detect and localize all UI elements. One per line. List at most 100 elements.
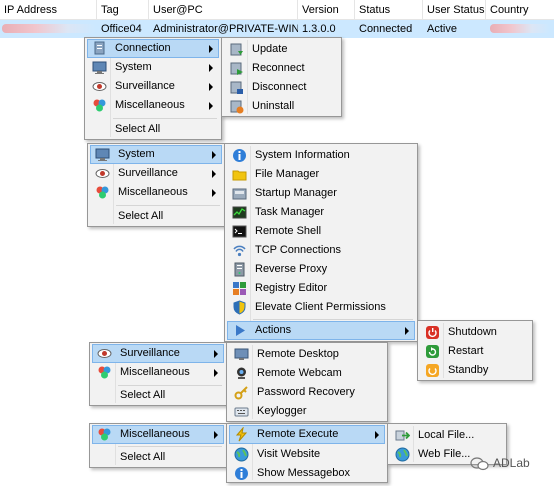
menu-item-actions[interactable]: Actions (227, 321, 415, 340)
network-icon (92, 41, 107, 56)
menu-item-label: Remote Webcam (257, 367, 342, 379)
menu-item-startup-manager[interactable]: Startup Manager (227, 184, 415, 203)
menu-item-surveillance[interactable]: Surveillance (92, 344, 224, 363)
menu-item-surveillance[interactable]: Surveillance (90, 164, 222, 183)
wireless-icon (232, 243, 247, 258)
menu-item-label: Web File... (418, 448, 471, 460)
lightning-icon (234, 427, 249, 442)
row-status: Connected (359, 23, 413, 35)
task-manager-icon (232, 205, 247, 220)
menu-item-select-all[interactable]: Select All (87, 120, 219, 139)
standby-icon (425, 363, 440, 378)
menu-item-reconnect[interactable]: Reconnect (224, 59, 339, 78)
misc-icon (97, 365, 112, 380)
menu-item-label: Surveillance (120, 347, 180, 359)
column-country[interactable]: Country (486, 0, 554, 20)
menu-item-remote-shell[interactable]: Remote Shell (227, 222, 415, 241)
menu-item-label: Remote Execute (257, 428, 339, 440)
client-row[interactable]: Office04 Administrator@PRIVATE-WIN7 1.3.… (0, 20, 554, 38)
menu-item-label: Surveillance (118, 167, 178, 179)
column-ip-address[interactable]: IP Address (0, 0, 97, 20)
monitor-icon (234, 347, 249, 362)
menu-item-connection[interactable]: Connection (87, 39, 219, 58)
menu-item-label: Task Manager (255, 206, 325, 218)
menu-item-elevate-client-permissions[interactable]: Elevate Client Permissions (227, 298, 415, 317)
menu-item-label: Elevate Client Permissions (255, 301, 386, 313)
folder-icon (232, 167, 247, 182)
redacted-country (490, 24, 550, 33)
menu-item-password-recovery[interactable]: Password Recovery (229, 383, 385, 402)
menu-item-visit-website[interactable]: Visit Website (229, 445, 385, 464)
watermark-text: ADLab (493, 456, 530, 470)
menu-item-remote-desktop[interactable]: Remote Desktop (229, 345, 385, 364)
menu-item-surveillance[interactable]: Surveillance (87, 77, 219, 96)
misc-icon (95, 185, 110, 200)
play-icon (232, 323, 247, 338)
menu-item-remote-execute[interactable]: Remote Execute (229, 425, 385, 444)
menu-item-miscellaneous[interactable]: Miscellaneous (87, 96, 219, 115)
menu-item-keylogger[interactable]: Keylogger (229, 402, 385, 421)
menu-item-reverse-proxy[interactable]: Reverse Proxy (227, 260, 415, 279)
menu-item-label: System (118, 148, 155, 160)
uninstall-icon (229, 99, 244, 114)
update-icon (229, 42, 244, 57)
menu-item-select-all[interactable]: Select All (92, 448, 224, 467)
table-header: IP Address Tag User@PC Version Status Us… (0, 0, 554, 20)
registry-icon (232, 281, 247, 296)
menu-item-label: Connection (115, 42, 171, 54)
menu-item-label: System Information (255, 149, 350, 161)
chevron-right-icon (209, 83, 213, 91)
globe-icon (395, 447, 410, 462)
menu-item-system[interactable]: System (90, 145, 222, 164)
disconnect-icon (229, 80, 244, 95)
column-user-pc[interactable]: User@PC (149, 0, 298, 20)
menu-item-miscellaneous[interactable]: Miscellaneous (90, 183, 222, 202)
menu-item-disconnect[interactable]: Disconnect (224, 78, 339, 97)
menu-item-update[interactable]: Update (224, 40, 339, 59)
info-icon (234, 466, 249, 481)
menu-item-remote-webcam[interactable]: Remote Webcam (229, 364, 385, 383)
shield-icon (232, 300, 247, 315)
menu-item-local-file[interactable]: Local File... (390, 426, 504, 445)
chevron-right-icon (212, 151, 216, 159)
restart-icon (425, 344, 440, 359)
menu-item-label: Remote Shell (255, 225, 322, 237)
menu-item-label: Registry Editor (255, 282, 328, 294)
info-icon (232, 148, 247, 163)
startup-icon (232, 186, 247, 201)
menu-item-select-all[interactable]: Select All (90, 207, 222, 226)
menu-item-task-manager[interactable]: Task Manager (227, 203, 415, 222)
submenu-connection: Update Reconnect Disconnect Uninstall (221, 37, 342, 117)
column-status[interactable]: Status (355, 0, 423, 20)
menu-item-tcp-connections[interactable]: TCP Connections (227, 241, 415, 260)
menu-item-registry-editor[interactable]: Registry Editor (227, 279, 415, 298)
menu-item-uninstall[interactable]: Uninstall (224, 97, 339, 116)
menu-item-show-messagebox[interactable]: Show Messagebox (229, 464, 385, 483)
menu-item-standby[interactable]: Standby (420, 361, 530, 380)
menu-item-system[interactable]: System (87, 58, 219, 77)
menu-item-label: Local File... (418, 429, 475, 441)
menu-item-restart[interactable]: Restart (420, 342, 530, 361)
webcam-icon (234, 366, 249, 381)
redacted-ip (2, 24, 96, 33)
menu-item-label: Restart (448, 345, 484, 357)
menu-item-label: Password Recovery (257, 386, 355, 398)
menu-item-file-manager[interactable]: File Manager (227, 165, 415, 184)
chevron-right-icon (214, 369, 218, 377)
chevron-right-icon (212, 170, 216, 178)
menu-item-shutdown[interactable]: Shutdown (420, 323, 530, 342)
globe-icon (234, 447, 249, 462)
terminal-icon (232, 224, 247, 239)
submenu-actions: Shutdown Restart Standby (417, 320, 533, 381)
menu-item-system-information[interactable]: System Information (227, 146, 415, 165)
menu-item-miscellaneous[interactable]: Miscellaneous (92, 363, 224, 382)
column-version[interactable]: Version (298, 0, 355, 20)
menu-item-label: File Manager (255, 168, 320, 180)
menu-item-label: Visit Website (257, 448, 321, 460)
context-menu-miscellaneous: Miscellaneous Select All (89, 423, 227, 468)
column-user-status[interactable]: User Status (423, 0, 486, 20)
column-tag[interactable]: Tag (97, 0, 149, 20)
menu-item-select-all[interactable]: Select All (92, 386, 224, 405)
menu-item-label: Select All (120, 451, 166, 463)
menu-item-miscellaneous[interactable]: Miscellaneous (92, 425, 224, 444)
